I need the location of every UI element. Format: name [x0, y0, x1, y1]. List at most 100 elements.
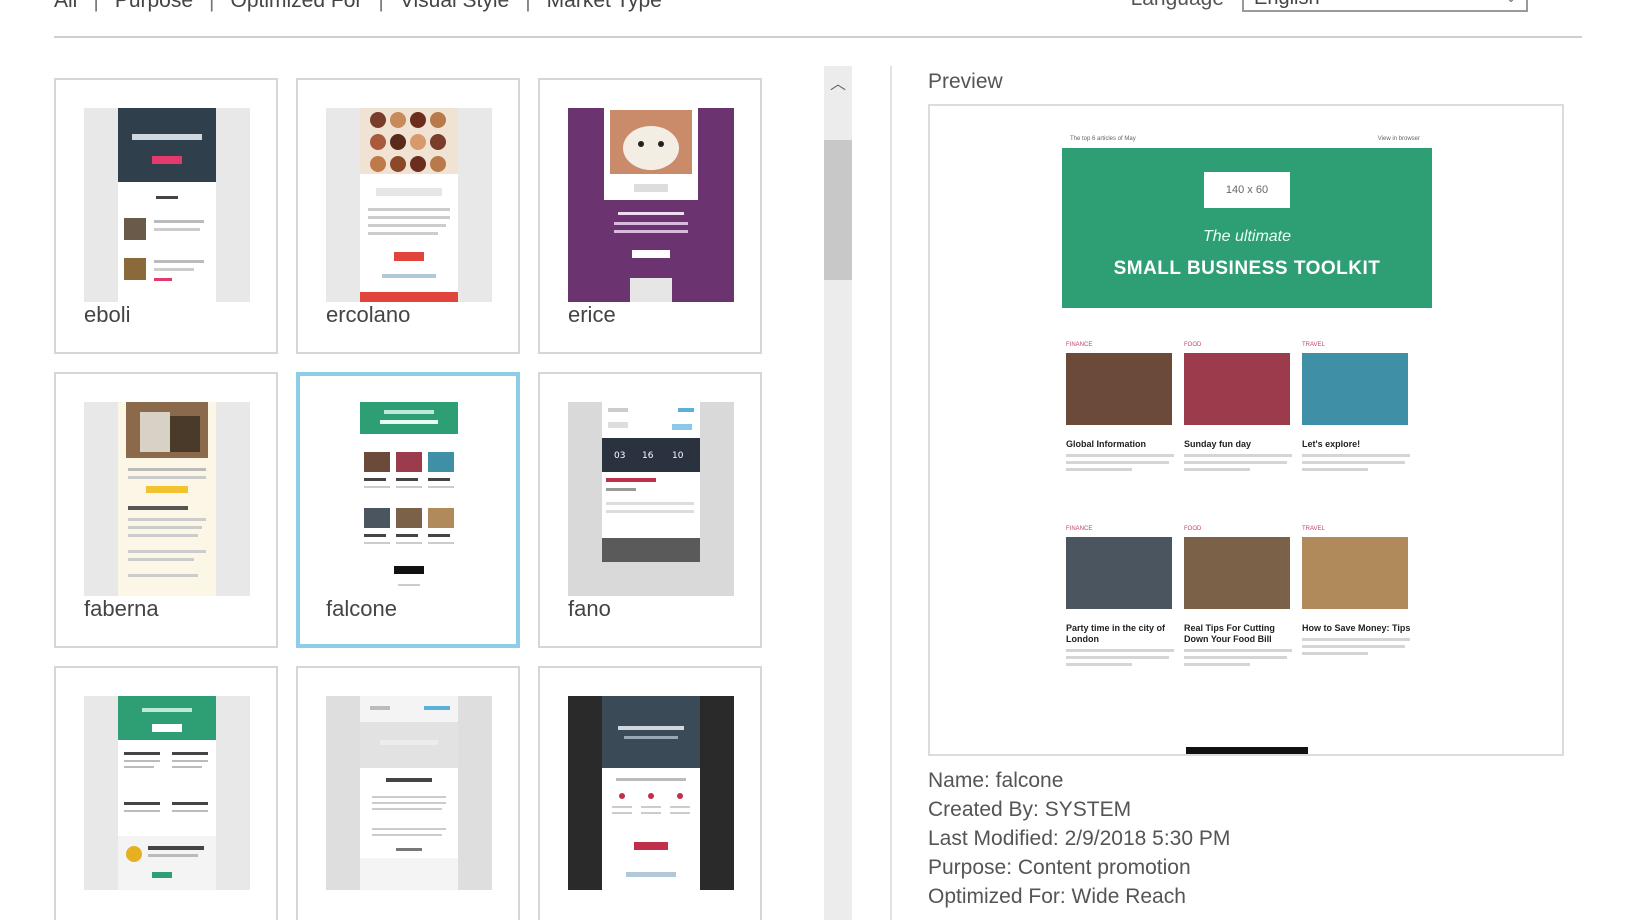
- filter-purpose[interactable]: Purpose: [115, 0, 193, 13]
- language-value: English: [1254, 0, 1320, 10]
- detail-purpose: Purpose: Content promotion: [928, 856, 1191, 879]
- template-card-erice[interactable]: erice: [538, 78, 762, 354]
- chevron-up-icon[interactable]: ︿: [830, 70, 846, 94]
- detail-name: Name: falcone: [928, 769, 1064, 792]
- article-card: FOOD Sunday fun day: [1184, 342, 1294, 471]
- template-thumbnail: [326, 696, 492, 890]
- template-card[interactable]: [296, 666, 520, 920]
- text-line: [1302, 461, 1406, 464]
- template-card-eboli[interactable]: eboli: [54, 78, 278, 354]
- language-selector: Language English ⌄: [1131, 0, 1528, 12]
- text-line: [1184, 649, 1292, 652]
- filter-separator: |: [209, 0, 215, 12]
- article-card: FINANCE Party time in the city of London: [1066, 526, 1176, 666]
- template-card-falcone[interactable]: falcone: [296, 372, 520, 648]
- article-tag: FOOD: [1184, 526, 1202, 532]
- template-thumbnail: [568, 696, 734, 890]
- article-tag: FINANCE: [1066, 342, 1093, 348]
- article-image: [1302, 537, 1408, 609]
- text-line: [1066, 454, 1174, 457]
- article-tag: FOOD: [1184, 342, 1202, 348]
- text-line: [1184, 663, 1250, 666]
- svg-text:03: 03: [614, 451, 625, 461]
- article-tag: TRAVEL: [1302, 526, 1325, 532]
- article-card: FINANCE Global Information: [1066, 342, 1176, 471]
- filter-visual-style[interactable]: Visual Style: [400, 0, 509, 13]
- template-card-ercolano[interactable]: ercolano: [296, 78, 520, 354]
- email-hero-banner: 140 x 60 The ultimate SMALL BUSINESS TOO…: [1062, 148, 1432, 308]
- article-image: [1066, 537, 1172, 609]
- text-line: [1184, 454, 1292, 457]
- template-name: ercolano: [326, 302, 411, 327]
- text-line: [1066, 468, 1132, 471]
- filter-all[interactable]: All: [54, 0, 77, 13]
- template-thumbnail: [326, 402, 492, 596]
- template-thumbnail: [84, 696, 250, 890]
- template-details: Name: falcone Created By: SYSTEM Last Mo…: [928, 766, 1230, 911]
- text-line: [1184, 656, 1288, 659]
- text-line: [1184, 461, 1288, 464]
- hero-subtitle: The ultimate: [1202, 228, 1292, 245]
- template-name: fano: [568, 596, 611, 621]
- preview-scrollbar[interactable]: [1186, 747, 1308, 754]
- template-thumbnail: 03 16 10: [568, 402, 734, 596]
- filter-bar: All | Purpose | Optimized For | Visual S…: [54, 0, 662, 16]
- text-line: [1066, 663, 1132, 666]
- filter-separator: |: [378, 0, 384, 12]
- article-card: FOOD Real Tips For Cutting Down Your Foo…: [1184, 526, 1294, 666]
- filter-optimized-for[interactable]: Optimized For: [231, 0, 363, 13]
- panel-divider: [890, 66, 892, 920]
- filter-market-type[interactable]: Market Type: [547, 0, 662, 13]
- logo-placeholder: 140 x 60: [1204, 172, 1290, 208]
- hero-title: SMALL BUSINESS TOOLKIT: [1113, 258, 1381, 279]
- article-card: TRAVEL Let's explore!: [1302, 342, 1412, 471]
- text-line: [1184, 468, 1250, 471]
- header-divider: [54, 36, 1582, 38]
- text-line: [1066, 461, 1170, 464]
- article-image: [1302, 353, 1408, 425]
- detail-optimized-for: Optimized For: Wide Reach: [928, 885, 1186, 908]
- text-line: [1302, 468, 1368, 471]
- chevron-down-icon: ⌄: [1506, 0, 1516, 5]
- template-thumbnail: [568, 108, 734, 302]
- article-image: [1184, 353, 1290, 425]
- template-name: eboli: [84, 302, 131, 327]
- article-card: TRAVEL How to Save Money: Tips: [1302, 526, 1412, 655]
- text-line: [1302, 454, 1410, 457]
- article-title: Global Information: [1066, 439, 1146, 449]
- scrollbar-thumb[interactable]: [824, 140, 852, 280]
- template-card[interactable]: [54, 666, 278, 920]
- filter-separator: |: [93, 0, 99, 12]
- text-line: [1066, 656, 1170, 659]
- article-title: Sunday fun day: [1184, 439, 1252, 449]
- template-thumbnail: [84, 402, 250, 596]
- preview-heading: Preview: [928, 70, 1003, 93]
- text-line: [1302, 645, 1406, 648]
- detail-created-by: Created By: SYSTEM: [928, 798, 1132, 821]
- text-line: [1302, 652, 1368, 655]
- language-dropdown[interactable]: English ⌄: [1242, 0, 1528, 12]
- article-tag: TRAVEL: [1302, 342, 1325, 348]
- preheader-text: The top 6 articles of May: [1070, 136, 1136, 142]
- template-card[interactable]: [538, 666, 762, 920]
- article-title: How to Save Money: Tips: [1302, 623, 1411, 633]
- template-name: faberna: [84, 596, 159, 621]
- template-name: erice: [568, 302, 616, 327]
- template-card-fano[interactable]: 03 16 10 fano: [538, 372, 762, 648]
- article-image: [1184, 537, 1290, 609]
- language-label: Language: [1131, 0, 1224, 11]
- view-in-browser-link: View in browser: [1377, 136, 1420, 142]
- article-image: [1066, 353, 1172, 425]
- email-preheader: The top 6 articles of May View in browse…: [1070, 136, 1420, 142]
- svg-text:16: 16: [642, 451, 654, 461]
- detail-last-modified: Last Modified: 2/9/2018 5:30 PM: [928, 827, 1231, 850]
- template-card-faberna[interactable]: faberna: [54, 372, 278, 648]
- text-line: [1302, 638, 1410, 641]
- preview-pane: The top 6 articles of May View in browse…: [928, 104, 1564, 756]
- article-title: Party time in the city of London: [1066, 623, 1166, 644]
- template-thumbnail: [326, 108, 492, 302]
- template-name: falcone: [326, 596, 397, 621]
- template-grid: eboli ercolano erice faberna falcone 03 …: [54, 78, 790, 920]
- article-tag: FINANCE: [1066, 526, 1093, 532]
- template-grid-scrollbar[interactable]: ︿: [824, 66, 852, 920]
